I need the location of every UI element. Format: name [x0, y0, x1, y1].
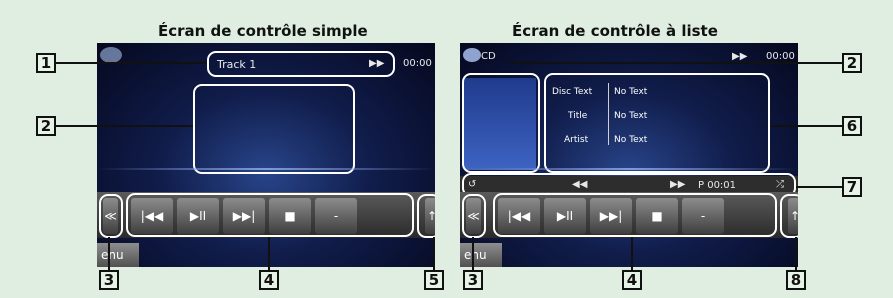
play-time: 00:00 — [766, 51, 795, 62]
leader-8 — [795, 237, 797, 270]
leader-2-list — [510, 62, 842, 64]
callout-artwork-area — [193, 84, 355, 174]
leader-1 — [56, 62, 207, 64]
source-label: CD — [481, 51, 496, 62]
leader-4-list — [631, 237, 633, 270]
label-2-simple: 2 — [36, 116, 56, 136]
callout-side-left — [99, 194, 123, 238]
callout-function-buttons — [126, 193, 414, 237]
simple-control-screen: Track 1 ▶▶ 00:00 ≪ |◀◀ ▶II ▶▶| ■ - ↑ enu — [97, 43, 435, 267]
leader-4-simple — [268, 237, 270, 270]
heading-list: Écran de contrôle à liste — [512, 22, 718, 40]
leader-2-simple — [56, 125, 193, 127]
label-5: 5 — [424, 270, 444, 290]
heading-simple: Écran de contrôle simple — [158, 22, 368, 40]
label-3-list: 3 — [463, 270, 483, 290]
label-3-simple: 3 — [99, 270, 119, 290]
callout-side-right — [417, 194, 435, 238]
leader-7 — [796, 186, 842, 188]
label-4-simple: 4 — [259, 270, 279, 290]
leader-6 — [770, 125, 842, 127]
label-8: 8 — [786, 270, 806, 290]
label-7: 7 — [842, 177, 862, 197]
play-time: 00:00 — [403, 58, 432, 69]
callout-artwork — [462, 73, 540, 173]
callout-function-buttons — [493, 193, 777, 237]
callout-track-info — [207, 51, 395, 77]
label-4-list: 4 — [622, 270, 642, 290]
list-control-screen: CD ▶▶ 00:00 Disc Text No Text Title No T… — [460, 43, 798, 267]
menu-button[interactable]: enu — [97, 243, 139, 267]
label-2-list: 2 — [842, 53, 862, 73]
leader-3-simple — [108, 237, 110, 270]
callout-info-list — [544, 73, 770, 173]
menu-button[interactable]: enu — [460, 243, 502, 267]
cd-icon — [100, 47, 122, 63]
leader-5 — [433, 237, 435, 270]
label-6: 6 — [842, 116, 862, 136]
cd-icon — [463, 48, 481, 62]
callout-side-right — [780, 194, 798, 238]
callout-side-left — [462, 194, 486, 238]
fast-forward-indicator: ▶▶ — [732, 51, 748, 62]
leader-3-list — [472, 237, 474, 270]
label-1: 1 — [36, 53, 56, 73]
